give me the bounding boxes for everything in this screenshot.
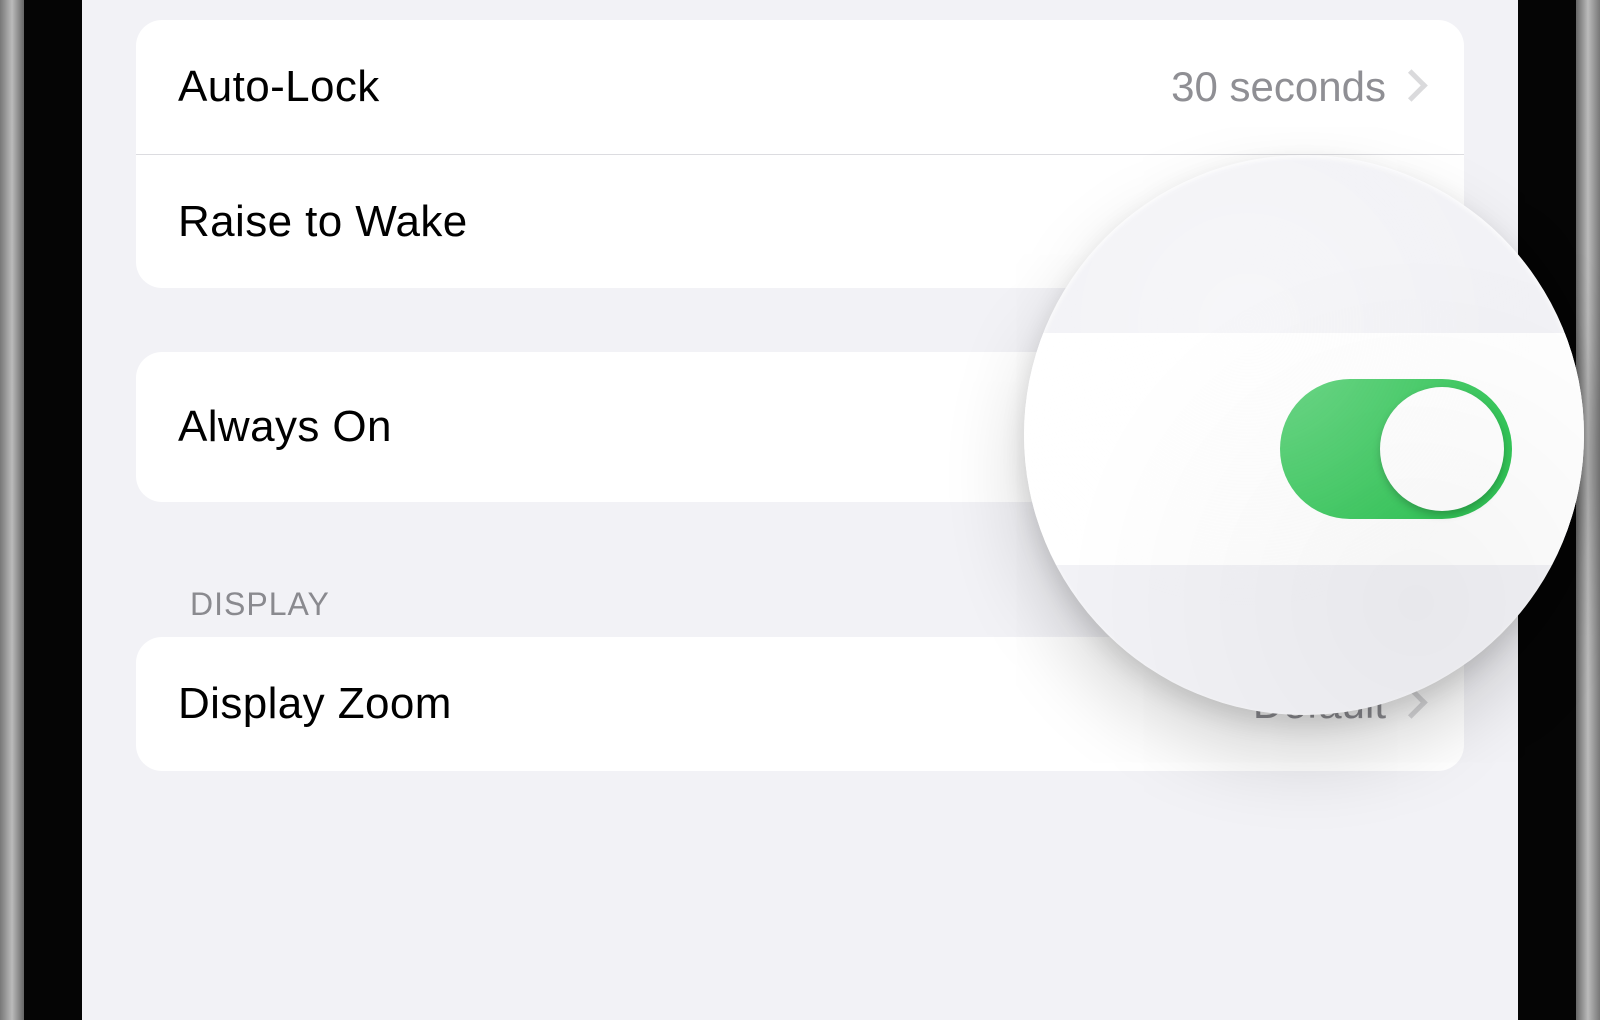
magnified-row-always-on: [1024, 333, 1584, 565]
phone-edge-left: [0, 0, 24, 1020]
chevron-right-icon: [1400, 68, 1422, 106]
auto-lock-value: 30 seconds: [1171, 63, 1386, 111]
raise-to-wake-label: Raise to Wake: [178, 197, 468, 247]
always-on-label: Always On: [178, 402, 392, 452]
display-zoom-label: Display Zoom: [178, 679, 452, 729]
auto-lock-value-wrap: 30 seconds: [1171, 63, 1422, 111]
always-on-toggle-magnified[interactable]: [1280, 379, 1512, 519]
magnifier-callout: [1024, 155, 1584, 715]
magnifier-inner: [1024, 155, 1584, 715]
auto-lock-label: Auto-Lock: [178, 62, 380, 112]
row-auto-lock[interactable]: Auto-Lock 30 seconds: [136, 20, 1464, 154]
